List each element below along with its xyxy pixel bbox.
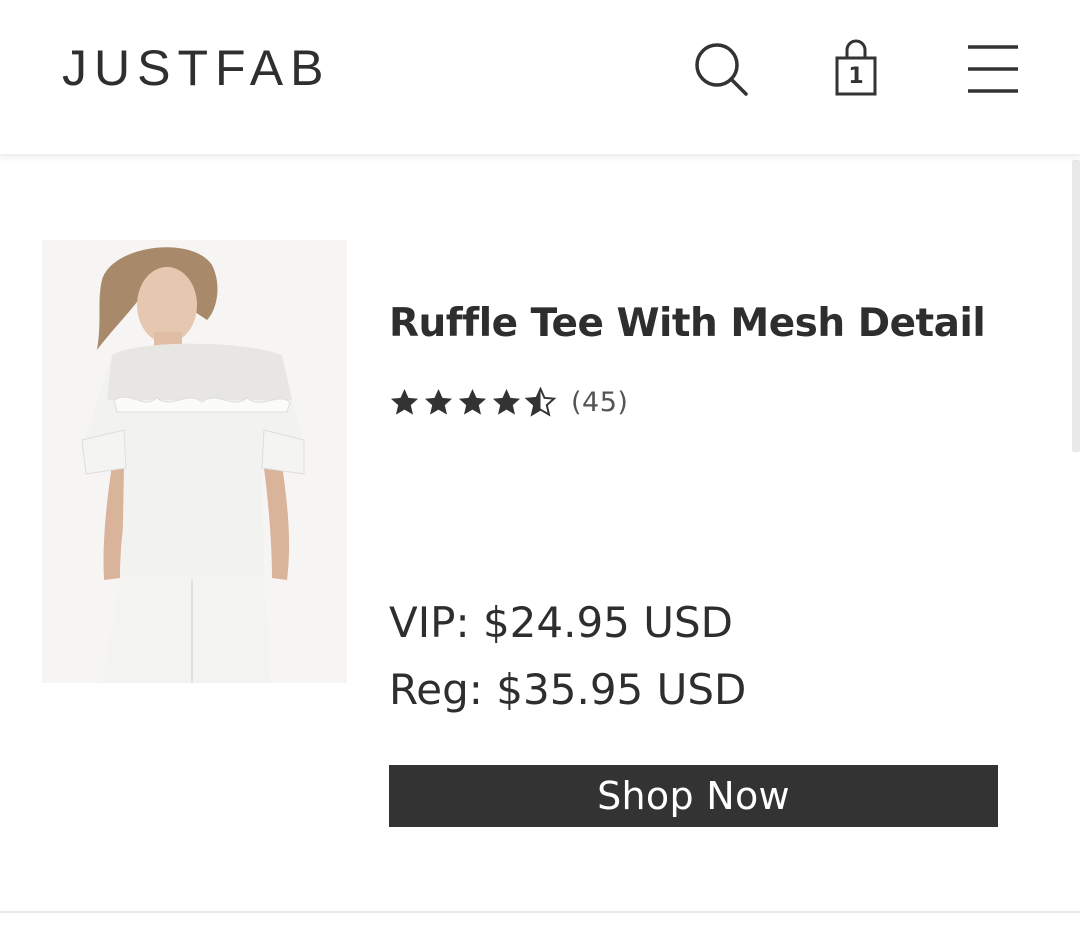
scrollbar[interactable]: [1072, 160, 1080, 452]
shopping-bag-button[interactable]: 1: [830, 38, 882, 100]
vip-price: VIP: $24.95 USD: [389, 598, 733, 647]
regular-price: Reg: $35.95 USD: [389, 665, 747, 714]
star-half-icon: [525, 386, 556, 417]
product-title[interactable]: Ruffle Tee With Mesh Detail: [389, 296, 1029, 352]
rating-stars: [389, 386, 559, 418]
star-full-icon: [492, 388, 521, 415]
review-count[interactable]: (45): [571, 387, 628, 418]
shop-now-button[interactable]: Shop Now: [389, 765, 998, 827]
star-full-icon: [390, 388, 419, 415]
star-full-icon: [458, 388, 487, 415]
site-header: JUSTFAB 1: [0, 0, 1080, 155]
product-rating: (45): [389, 380, 628, 424]
product-image[interactable]: [42, 240, 347, 683]
hamburger-menu-icon: [968, 45, 1018, 93]
bag-count-badge: 1: [848, 64, 864, 89]
product-photo-icon: [42, 240, 347, 683]
star-full-icon: [424, 388, 453, 415]
justfab-logo[interactable]: JUSTFAB: [62, 40, 330, 96]
section-divider: [0, 911, 1080, 913]
menu-button[interactable]: [964, 40, 1022, 98]
search-icon: [695, 43, 748, 96]
search-button[interactable]: [690, 38, 752, 100]
